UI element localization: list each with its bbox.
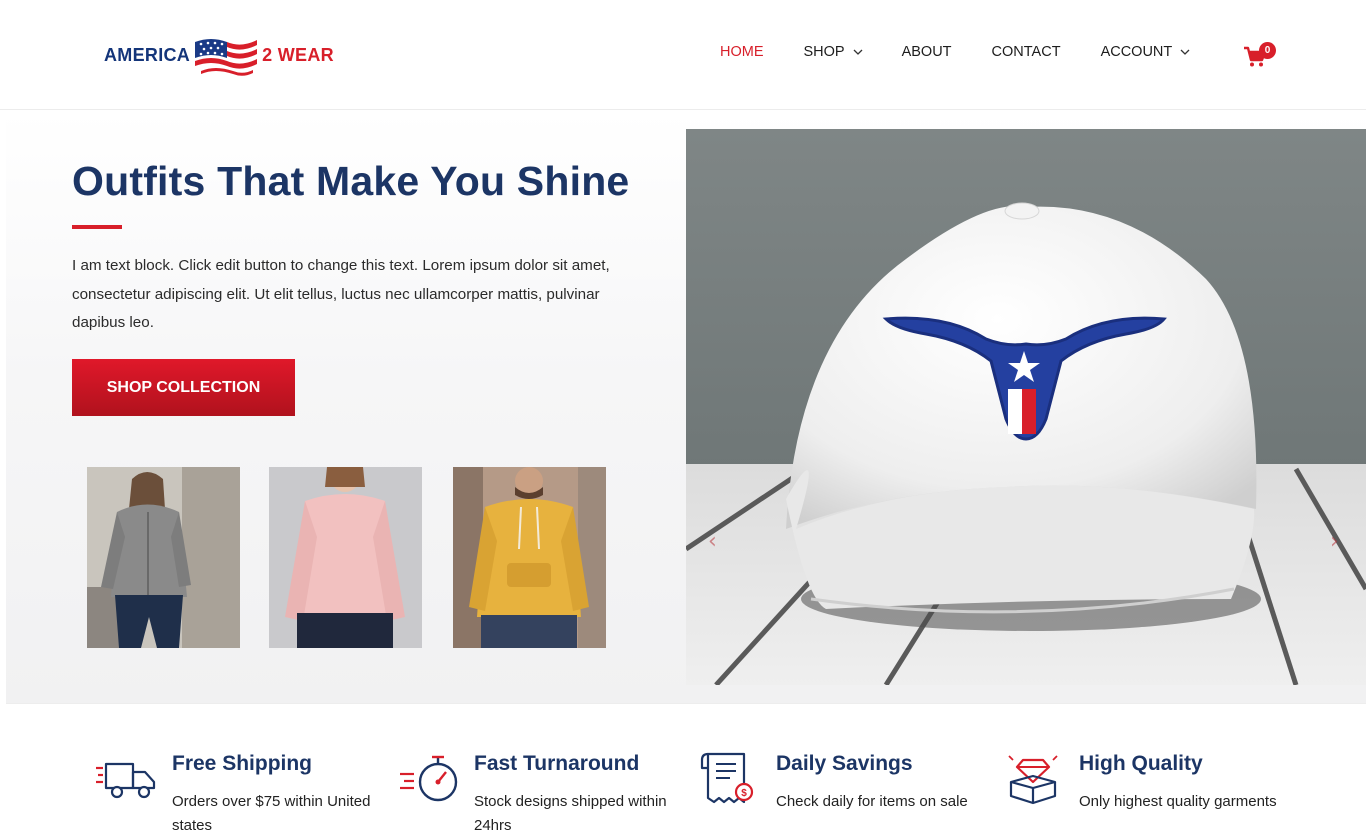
receipt-icon: $ [700,752,754,804]
product-thumbnail-gray-hoodie[interactable] [87,467,240,648]
white-cap-slide-image [686,129,1366,685]
hero-text: I am text block. Click edit button to ch… [72,257,610,331]
feature-text: Check daily for items on sale [776,793,968,810]
gray-hoodie-image [87,467,240,648]
cart-button[interactable]: 0 [1243,42,1279,68]
nav-home-label: HOME [720,44,764,60]
nav-home[interactable]: HOME [720,44,764,60]
feature-title: Fast Turnaround [474,752,640,775]
chevron-right-icon[interactable]: › [1330,529,1339,554]
diamond-box-icon [1008,755,1058,805]
svg-text:$: $ [741,788,747,799]
chevron-down-icon [1180,49,1190,55]
nav-about-label: ABOUT [901,44,952,60]
hero-title: Outfits That Make You Shine [72,158,630,204]
feature-title: High Quality [1079,752,1203,775]
main-nav: HOME SHOP ABOUT CONTACT ACCOUNT [700,44,1191,60]
pink-sweatshirt-image [269,467,422,648]
nav-contact[interactable]: CONTACT [992,44,1061,60]
nav-about[interactable]: ABOUT [902,44,952,60]
nav-account[interactable]: ACCOUNT [1101,44,1192,60]
nav-shop-label: SHOP [803,44,845,60]
feature-title: Free Shipping [172,752,313,775]
nav-contact-label: CONTACT [991,44,1061,60]
stopwatch-icon [400,755,458,802]
product-thumbnail-pink-sweatshirt[interactable] [269,467,422,648]
feature-text: Orders over $75 within United states [172,793,371,834]
nav-account-label: ACCOUNT [1100,44,1173,60]
product-thumbnail-yellow-hoodie[interactable] [453,467,606,648]
chevron-left-icon[interactable]: ‹ [708,529,717,554]
hero-slider[interactable]: ‹ › [686,129,1366,685]
brand-name-part2: 2 WEAR [262,44,334,65]
nav-shop[interactable]: SHOP [804,44,864,60]
cart-count-badge: 0 [1259,42,1276,59]
brand-logo[interactable]: AMERICA 2 WEAR [104,33,354,77]
shop-collection-button[interactable]: SHOP COLLECTION [72,359,295,416]
title-divider [72,225,122,229]
feature-text: Stock designs shipped within 24hrs [474,793,667,834]
feature-text: Only highest quality garments [1079,793,1277,810]
truck-icon [96,762,156,799]
site-header: AMERICA 2 WEAR HOME SHOP ABOUT CONTACT A… [0,0,1366,110]
feature-title: Daily Savings [776,752,913,775]
chevron-down-icon [853,49,863,55]
yellow-hoodie-image [453,467,606,648]
brand-name-part1: AMERICA [104,44,191,65]
flag-icon [195,39,258,76]
